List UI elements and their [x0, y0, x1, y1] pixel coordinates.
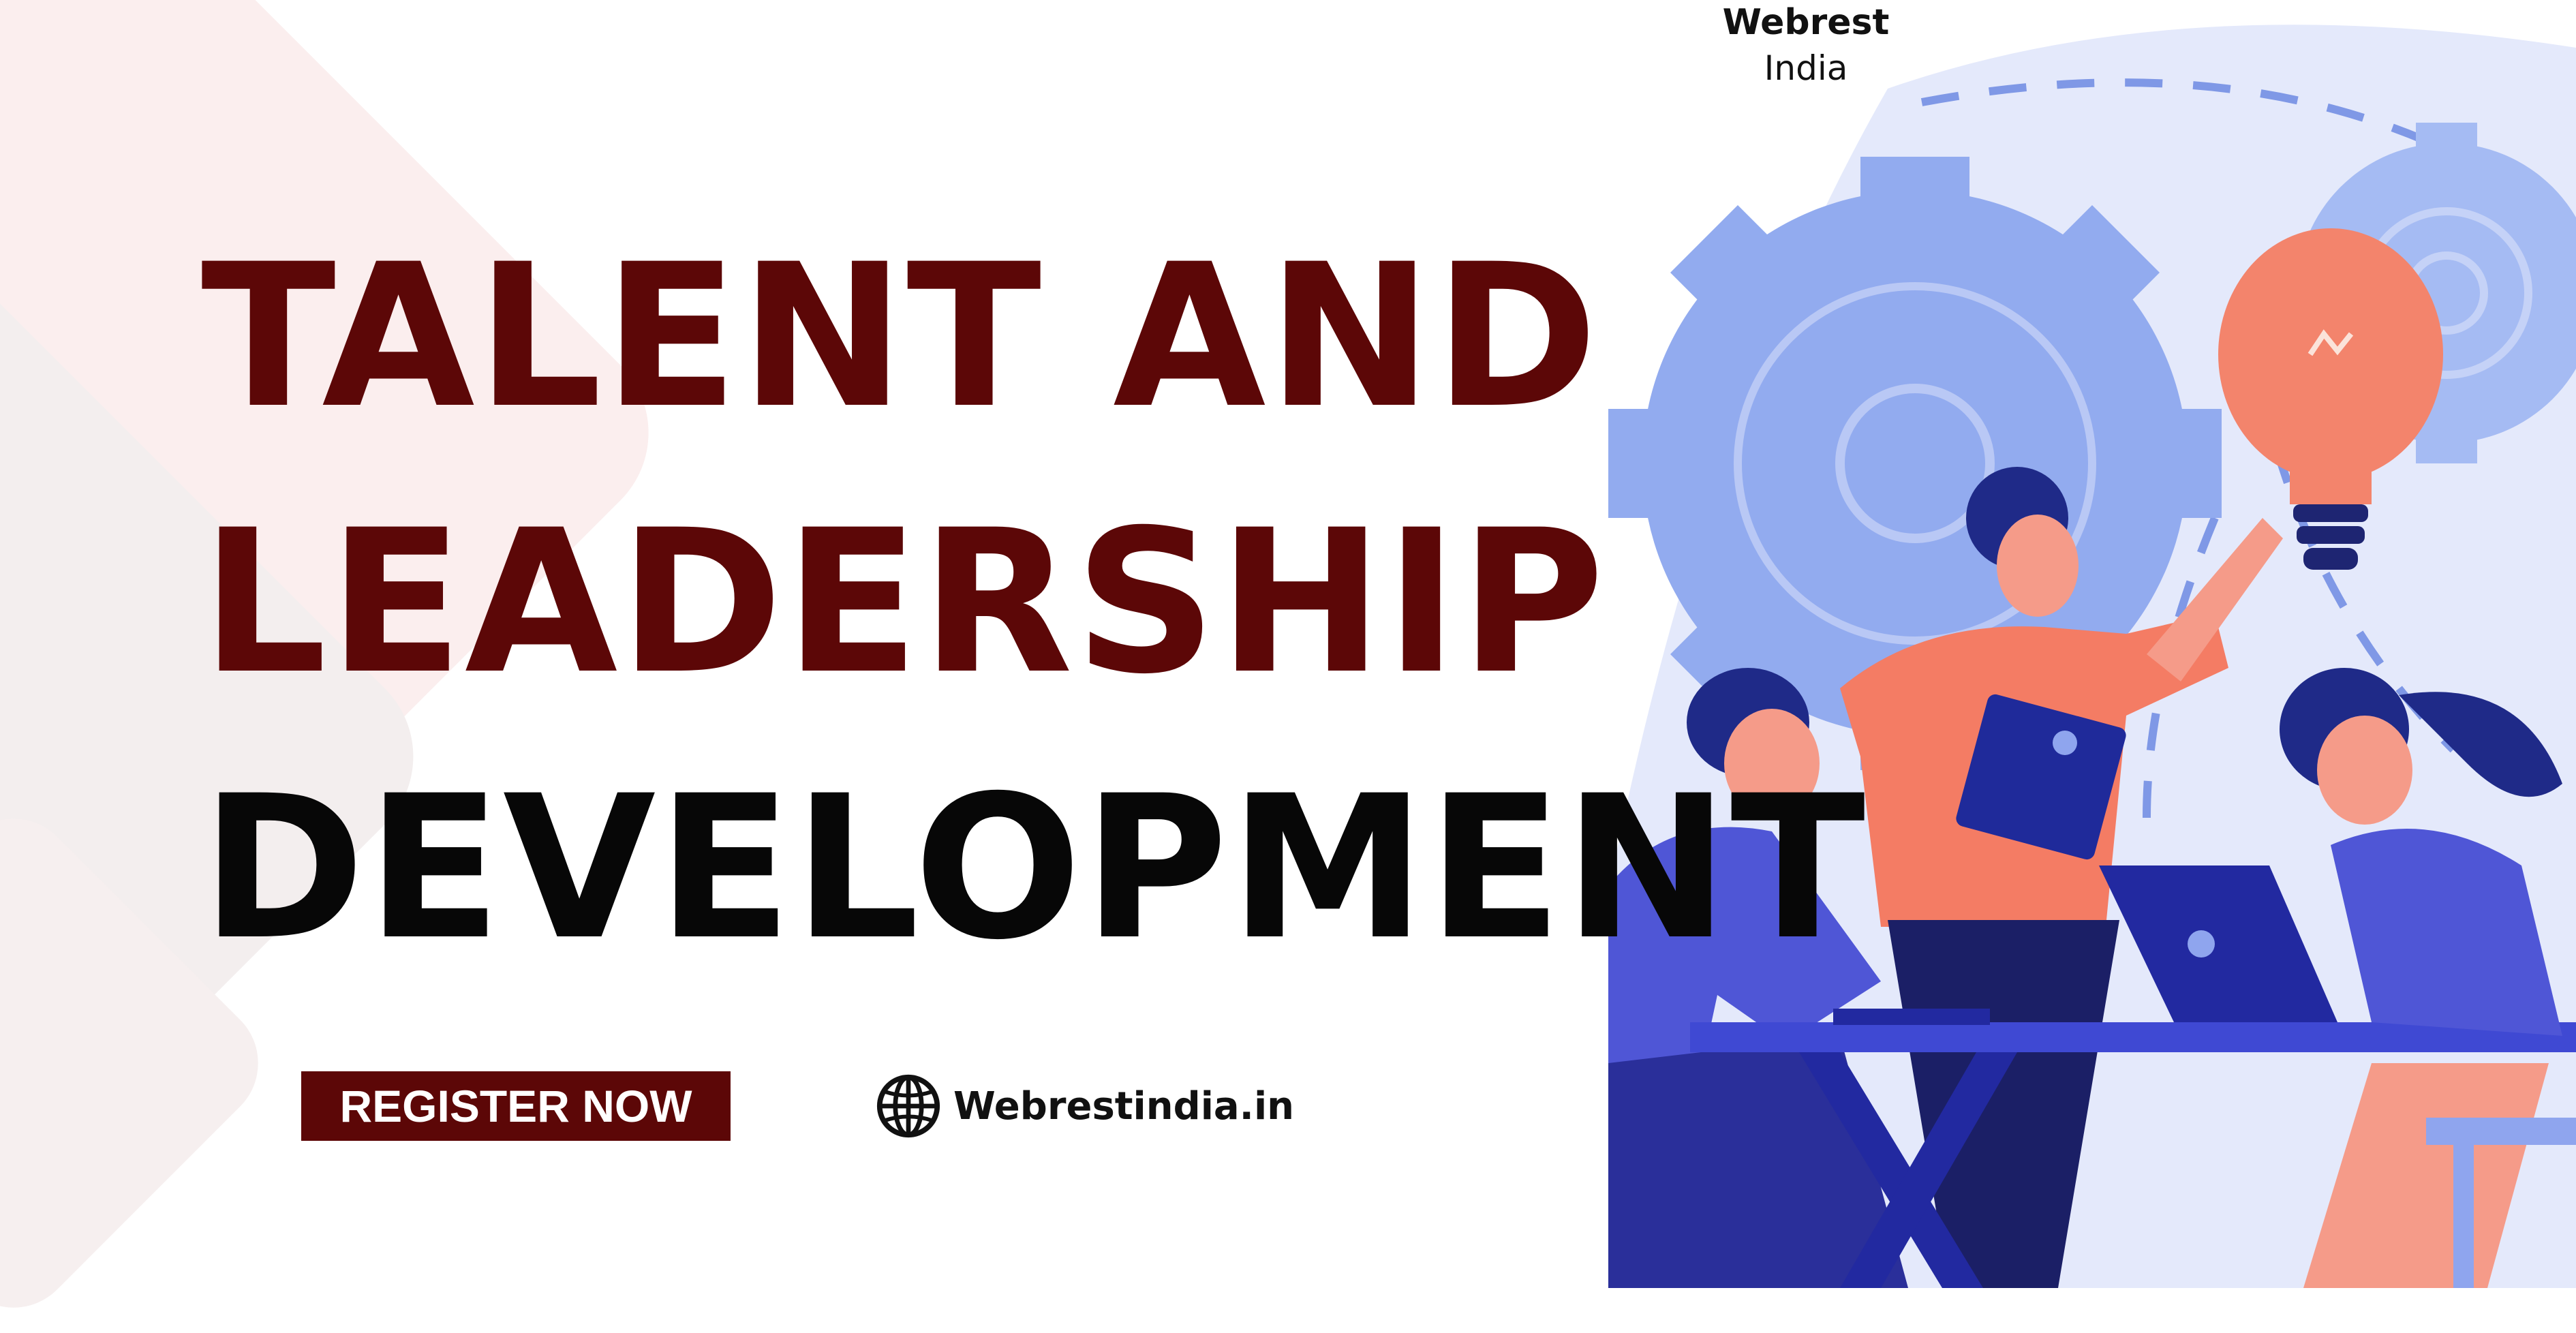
globe-icon: [876, 1074, 940, 1138]
brand-subtitle: India: [1764, 48, 1848, 88]
brand-logo: Webrest India: [1690, 0, 1922, 91]
website-link[interactable]: Webrestindia.in: [876, 1073, 1294, 1139]
headline-line-3: DEVELOPMENT: [201, 754, 1867, 983]
page-title: TALENT AND LEADERSHIP DEVELOPMENT: [201, 204, 1867, 1002]
brand-name: Webrest: [1722, 2, 1890, 43]
headline-line-2: LEADERSHIP: [201, 488, 1606, 718]
headline-line-1: TALENT AND: [201, 222, 1599, 452]
website-url: Webrestindia.in: [953, 1084, 1295, 1129]
register-now-button[interactable]: REGISTER NOW: [301, 1071, 731, 1141]
